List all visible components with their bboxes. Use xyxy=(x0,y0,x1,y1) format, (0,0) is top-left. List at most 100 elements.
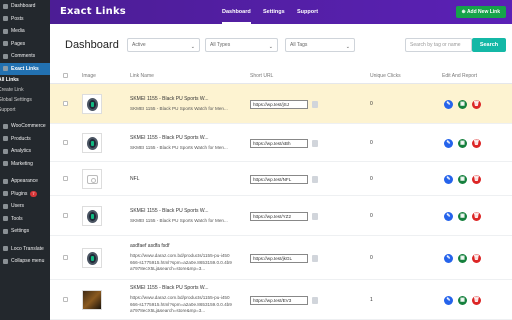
sidebar-item-exact-links[interactable]: Exact Links xyxy=(0,62,50,75)
sidebar-item-label: Plugins xyxy=(11,190,28,197)
sidebar-item-posts[interactable]: Posts xyxy=(0,13,50,26)
sidebar-item-woocommerce[interactable]: WooCommerce xyxy=(0,120,50,133)
edit-icon[interactable]: ✎ xyxy=(444,99,453,109)
report-icon[interactable]: ▦ xyxy=(458,211,467,221)
sidebar-item-settings[interactable]: Settings xyxy=(0,225,50,238)
submenu-item-support[interactable]: Support xyxy=(0,105,50,115)
link-name[interactable]: SKMEI 1155 - Black PU Sports W... xyxy=(130,285,209,291)
copy-icon[interactable] xyxy=(312,254,318,262)
image-placeholder-icon xyxy=(87,175,98,184)
sidebar-item-collapse-menu[interactable]: Collapse menu xyxy=(0,255,50,268)
plugins-icon xyxy=(3,191,8,197)
status-select[interactable]: Active ⌄ xyxy=(127,38,200,52)
add-new-link-button[interactable]: ⊕ Add New Link xyxy=(455,6,506,18)
copy-icon[interactable] xyxy=(312,212,318,220)
users-icon xyxy=(3,203,8,209)
tab-support[interactable]: Support xyxy=(297,0,318,24)
tab-settings[interactable]: Settings xyxy=(263,0,285,24)
row-checkbox[interactable] xyxy=(63,213,68,218)
delete-icon[interactable]: 🗑 xyxy=(472,253,481,263)
row-checkbox[interactable] xyxy=(63,176,68,181)
sidebar-item-analytics[interactable]: Analytics xyxy=(0,145,50,158)
delete-icon[interactable]: 🗑 xyxy=(472,138,481,148)
sidebar-item-media[interactable]: Media xyxy=(0,25,50,38)
report-icon[interactable]: ▦ xyxy=(458,295,467,305)
report-icon[interactable]: ▦ xyxy=(458,174,467,184)
report-icon[interactable]: ▦ xyxy=(458,138,467,148)
header-image: Image xyxy=(82,73,96,79)
delete-icon[interactable]: 🗑 xyxy=(472,99,481,109)
sidebar-item-label: Dashboard xyxy=(11,3,36,10)
sidebar-item-label: Pages xyxy=(11,40,26,47)
plugin-topbar: Exact Links Dashboard Settings Support ⊕… xyxy=(50,0,512,24)
comment-icon xyxy=(3,53,8,59)
sidebar-item-dashboard[interactable]: Dashboard xyxy=(0,0,50,13)
short-url-field[interactable]: https://wp.test/EV3 xyxy=(250,295,308,305)
link-target-url: a7978ecX5Lj&search=store&mp=3... xyxy=(130,308,206,314)
tags-select[interactable]: All Tags ⌄ xyxy=(285,38,355,52)
sidebar-item-label: Media xyxy=(11,28,25,35)
copy-icon[interactable] xyxy=(312,175,318,183)
delete-icon[interactable]: 🗑 xyxy=(472,211,481,221)
sidebar-item-pages[interactable]: Pages xyxy=(0,38,50,51)
row-checkbox[interactable] xyxy=(63,255,68,260)
search-input[interactable]: Search by tag or name xyxy=(405,38,472,52)
short-url-field[interactable]: https://wp.test/YZ2 xyxy=(250,211,308,221)
submenu-item-all-links[interactable]: All Links xyxy=(0,75,50,85)
pin-icon xyxy=(3,16,8,22)
delete-icon[interactable]: 🗑 xyxy=(472,295,481,305)
sidebar-item-label: Exact Links xyxy=(11,65,39,72)
chevron-down-icon: ⌄ xyxy=(345,44,350,50)
sidebar-item-plugins[interactable]: Plugins 7 xyxy=(0,188,50,201)
row-checkbox[interactable] xyxy=(63,297,68,302)
copy-icon[interactable] xyxy=(312,100,318,108)
unique-clicks-value: 0 xyxy=(370,140,373,146)
edit-icon[interactable]: ✎ xyxy=(444,253,453,263)
edit-icon[interactable]: ✎ xyxy=(444,174,453,184)
search-button[interactable]: Search xyxy=(472,38,506,52)
copy-icon[interactable] xyxy=(312,296,318,304)
edit-icon[interactable]: ✎ xyxy=(444,138,453,148)
sidebar-item-marketing[interactable]: Marketing xyxy=(0,158,50,171)
watch-product-image xyxy=(87,137,98,150)
link-name[interactable]: SKMEI 1155 - Black PU Sports W... xyxy=(130,135,209,141)
short-url-field[interactable]: https://wp.test/jkGL xyxy=(250,253,308,263)
short-url-field[interactable]: https://wp.test/jSJ xyxy=(250,99,308,109)
sidebar-item-users[interactable]: Users xyxy=(0,200,50,213)
link-name[interactable]: SKMEI 1155 - Black PU Sports W... xyxy=(130,96,209,102)
sidebar-item-loco-translate[interactable]: Loco Translate xyxy=(0,243,50,256)
row-checkbox[interactable] xyxy=(63,140,68,145)
header-short-url: Short URL xyxy=(250,73,274,79)
link-name[interactable]: NFL xyxy=(130,176,139,182)
row-checkbox[interactable] xyxy=(63,101,68,106)
main-content: Dashboard Active ⌄ All Types ⌄ All Tags ⌄ S… xyxy=(50,24,512,320)
types-select[interactable]: All Types ⌄ xyxy=(205,38,278,52)
tab-dashboard[interactable]: Dashboard xyxy=(222,0,251,24)
sidebar-item-label: WooCommerce xyxy=(11,123,46,130)
chevron-down-icon: ⌄ xyxy=(268,44,273,50)
sidebar-item-products[interactable]: Products xyxy=(0,133,50,146)
link-thumbnail xyxy=(82,290,102,310)
delete-icon[interactable]: 🗑 xyxy=(472,174,481,184)
sidebar-item-tools[interactable]: Tools xyxy=(0,213,50,226)
wp-admin-sidebar: Dashboard Posts Media Pages Comments Exact Li… xyxy=(0,0,50,320)
watch-product-image xyxy=(87,210,98,223)
link-name[interactable]: SKMEI 1155 - Black PU Sports W... xyxy=(130,208,209,214)
marketing-icon xyxy=(3,161,8,167)
edit-icon[interactable]: ✎ xyxy=(444,211,453,221)
sidebar-item-comments[interactable]: Comments xyxy=(0,50,50,63)
short-url-field[interactable]: https://wp.test/xBh xyxy=(250,138,308,148)
select-all-checkbox[interactable] xyxy=(63,73,68,78)
submenu-item-create-link[interactable]: Create Link xyxy=(0,85,50,95)
link-target-url: a7978ecX5Lj&search=store&mp=3... xyxy=(130,266,206,272)
copy-icon[interactable] xyxy=(312,139,318,147)
report-icon[interactable]: ▦ xyxy=(458,99,467,109)
pages-icon xyxy=(3,41,8,47)
report-icon[interactable]: ▦ xyxy=(458,253,467,263)
submenu-item-global-settings[interactable]: Global Settings xyxy=(0,95,50,105)
analytics-icon xyxy=(3,148,8,154)
short-url-field[interactable]: https://wp.test/NFL xyxy=(250,174,308,184)
edit-icon[interactable]: ✎ xyxy=(444,295,453,305)
link-name[interactable]: asdfaef asdfa fsdf xyxy=(130,243,169,249)
sidebar-item-appearance[interactable]: Appearance xyxy=(0,175,50,188)
